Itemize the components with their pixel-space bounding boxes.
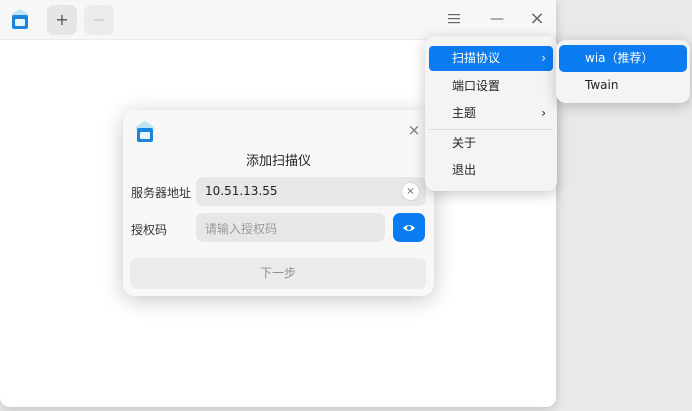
next-step-button[interactable]: 下一步	[130, 258, 426, 289]
menu-divider	[429, 129, 553, 130]
submenu-item-twain[interactable]: Twain	[559, 72, 687, 99]
server-address-value: 10.51.13.55	[205, 184, 278, 198]
scanner-app-logo-icon	[12, 9, 28, 29]
chevron-right-icon: ›	[541, 51, 546, 65]
server-address-label: 服务器地址	[131, 186, 192, 200]
menu-item-about[interactable]: 关于	[429, 131, 553, 156]
menu-item-label: 关于	[452, 136, 477, 150]
chevron-right-icon: ›	[541, 106, 546, 120]
menu-item-label: 端口设置	[452, 79, 501, 93]
app-menu: 扫描协议 › 端口设置 主题 › 关于 退出	[425, 36, 557, 191]
close-window-button[interactable]: ×	[524, 8, 550, 30]
menu-item-scan-protocol[interactable]: 扫描协议 ›	[429, 46, 553, 71]
auth-code-field[interactable]: 请输入授权码	[196, 213, 385, 242]
eye-icon	[403, 225, 415, 231]
menu-item-label: 退出	[452, 163, 477, 177]
clear-input-button[interactable]: ×	[401, 182, 420, 201]
menu-item-exit[interactable]: 退出	[429, 158, 553, 183]
menu-item-theme[interactable]: 主题 ›	[429, 101, 553, 126]
auth-code-label: 授权码	[131, 223, 168, 237]
menu-button[interactable]	[441, 8, 467, 30]
menu-item-port-settings[interactable]: 端口设置	[429, 74, 553, 99]
add-scanner-button[interactable]: +	[47, 5, 77, 35]
titlebar: + − — ×	[0, 0, 556, 40]
show-password-button[interactable]	[393, 213, 425, 242]
remove-scanner-button[interactable]: −	[84, 5, 114, 35]
hamburger-icon	[448, 14, 460, 24]
menu-item-label: 扫描协议	[452, 51, 501, 65]
dialog-title: 添加扫描仪	[245, 154, 311, 169]
scanner-app-logo-icon	[136, 121, 154, 142]
scan-protocol-submenu: wia（推荐） Twain	[556, 40, 690, 103]
minimize-button[interactable]: —	[484, 8, 510, 30]
server-address-field[interactable]: 10.51.13.55 ×	[196, 177, 426, 206]
auth-code-placeholder: 请输入授权码	[205, 222, 278, 236]
add-scanner-dialog: × 添加扫描仪 服务器地址 10.51.13.55 × 授权码 请输入授权码 下…	[123, 110, 434, 296]
submenu-item-wia[interactable]: wia（推荐）	[559, 45, 687, 72]
menu-item-label: 主题	[452, 106, 477, 120]
dialog-close-button[interactable]: ×	[404, 120, 424, 140]
